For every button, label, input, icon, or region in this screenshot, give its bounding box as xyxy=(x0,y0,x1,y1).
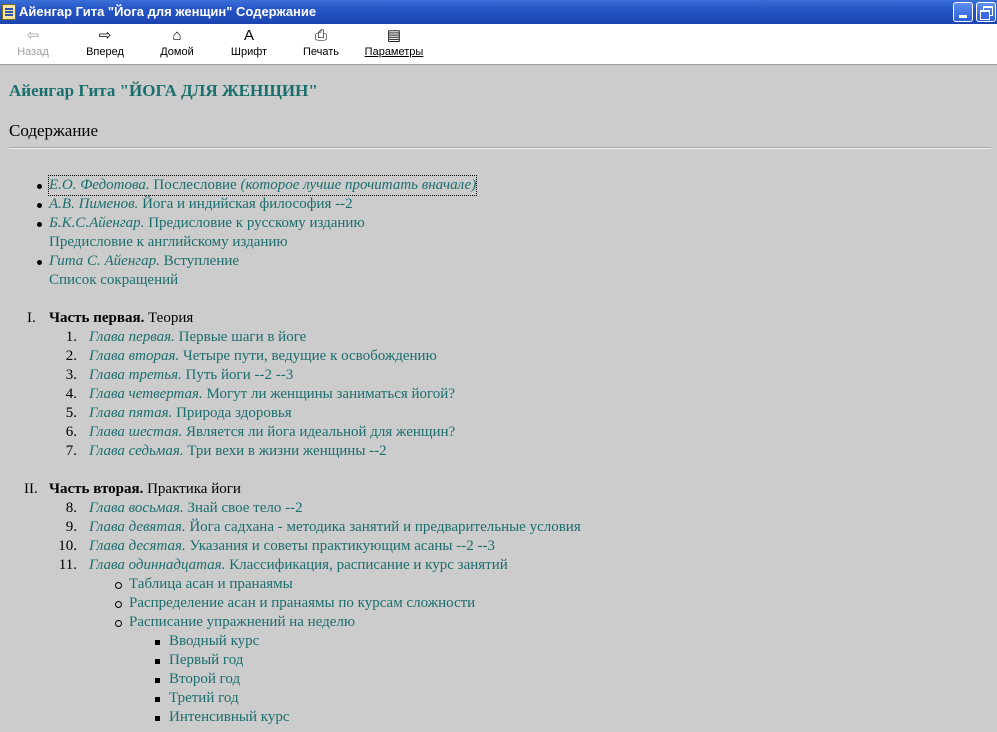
chapter-link[interactable]: Глава седьмая. Три вехи в жизни женщины … xyxy=(89,442,387,461)
minimize-button[interactable] xyxy=(953,2,973,22)
chapter-link[interactable]: Глава восьмая. Знай свое тело --2 xyxy=(89,499,303,518)
course-link[interactable]: Вводный курс xyxy=(169,632,259,651)
bullet-icon xyxy=(37,184,42,189)
chapter-link[interactable]: Глава десятая. Указания и советы практик… xyxy=(89,537,495,556)
help-book-icon xyxy=(2,4,16,20)
chapter-link[interactable]: Глава пятая. Природа здоровья xyxy=(89,404,292,423)
square-bullet-icon xyxy=(155,640,160,645)
circle-bullet-icon xyxy=(115,601,122,608)
chapter-link[interactable]: Глава одиннадцатая. Классификация, распи… xyxy=(89,556,508,575)
options-button[interactable]: ▤ Параметры xyxy=(359,26,429,62)
intro-link-english-preface[interactable]: Предисловие к английскому изданию xyxy=(49,233,288,252)
chapter-link[interactable]: Глава шестая. Является ли йога идеальной… xyxy=(89,423,455,442)
intro-link-afterword[interactable]: Е.О. Федотова. Послесловие (которое лучш… xyxy=(47,175,478,196)
circle-bullet-icon xyxy=(115,582,122,589)
square-bullet-icon xyxy=(155,678,160,683)
intro-link-abbreviations[interactable]: Список сокращений xyxy=(49,271,178,290)
font-button[interactable]: A Шрифт xyxy=(221,26,277,62)
printer-icon: ⎙ xyxy=(314,27,327,44)
back-arrow-icon: ⇦ xyxy=(26,27,40,44)
forward-arrow-icon: ⇨ xyxy=(98,27,112,44)
intro-link-russian-preface[interactable]: Б.К.С.Айенгар. Предисловие к русскому из… xyxy=(49,214,365,233)
square-bullet-icon xyxy=(155,659,160,664)
circle-bullet-icon xyxy=(115,620,122,627)
options-icon: ▤ xyxy=(386,27,402,44)
chapter-link[interactable]: Глава третья. Путь йоги --2 --3 xyxy=(89,366,293,385)
bullet-icon xyxy=(37,222,42,227)
course-link[interactable]: Третий год xyxy=(169,689,239,708)
content-pane: Айенгар Гита "ЙОГА ДЛЯ ЖЕНЩИН" Содержани… xyxy=(0,65,997,732)
divider xyxy=(9,147,991,149)
intro-link-philosophy[interactable]: А.В. Пименов. Йога и индийская философия… xyxy=(49,195,353,214)
chapter-link[interactable]: Глава вторая. Четыре пути, ведущие к осв… xyxy=(89,347,437,366)
print-button[interactable]: ⎙ Печать xyxy=(293,26,349,62)
subitem-link[interactable]: Таблица асан и пранаямы xyxy=(129,575,293,594)
square-bullet-icon xyxy=(155,697,160,702)
page-title: Айенгар Гита "ЙОГА ДЛЯ ЖЕНЩИН" xyxy=(9,81,318,100)
course-link[interactable]: Второй год xyxy=(169,670,240,689)
chapter-link[interactable]: Глава первая. Первые шаги в йоге xyxy=(89,328,306,347)
chapter-link[interactable]: Глава четвертая. Могут ли женщины занима… xyxy=(89,385,455,404)
window-title: Айенгар Гита "Йога для женщин" Содержани… xyxy=(19,4,317,19)
course-link[interactable]: Первый год xyxy=(169,651,243,670)
subitem-link[interactable]: Распределение асан и пранаямы по курсам … xyxy=(129,594,475,613)
page-subtitle: Содержание xyxy=(9,121,99,140)
back-button[interactable]: ⇦ Назад xyxy=(5,26,61,62)
square-bullet-icon xyxy=(155,716,160,721)
chapter-link[interactable]: Глава девятая. Йога садхана - методика з… xyxy=(89,518,581,537)
subitem-link[interactable]: Расписание упражнений на неделю xyxy=(129,613,355,632)
title-bar: Айенгар Гита "Йога для женщин" Содержани… xyxy=(0,0,997,24)
restore-button[interactable] xyxy=(976,2,996,22)
home-button[interactable]: ⌂ Домой xyxy=(149,26,205,62)
course-link[interactable]: Интенсивный курс xyxy=(169,708,289,727)
bullet-icon xyxy=(37,260,42,265)
home-icon: ⌂ xyxy=(172,27,182,44)
intro-link-introduction[interactable]: Гита С. Айенгар. Вступление xyxy=(49,252,239,271)
toolbar: ⇦ Назад ⇨ Вперед ⌂ Домой A Шрифт ⎙ Печат… xyxy=(0,24,997,65)
bullet-icon xyxy=(37,203,42,208)
font-icon: A xyxy=(243,27,254,44)
forward-button[interactable]: ⇨ Вперед xyxy=(77,26,133,62)
